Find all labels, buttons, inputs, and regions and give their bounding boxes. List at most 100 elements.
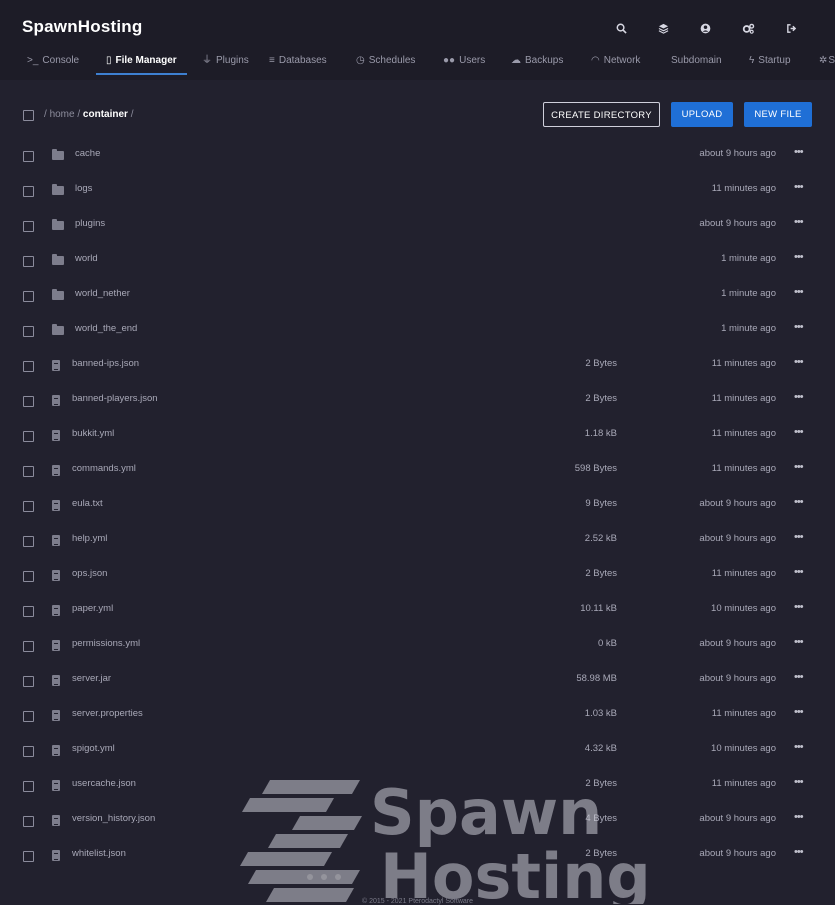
file-name[interactable]: help.yml <box>72 533 107 544</box>
row-menu-icon[interactable]: ••• <box>794 286 804 298</box>
file-name[interactable]: ops.json <box>72 568 107 579</box>
tab-databases[interactable]: ≡ Databases <box>269 44 327 74</box>
file-row[interactable]: server.jar 58.98 MB about 9 hours ago ••• <box>0 663 835 698</box>
file-row[interactable]: commands.yml 598 Bytes 11 minutes ago ••• <box>0 453 835 488</box>
file-name[interactable]: banned-players.json <box>72 393 158 404</box>
file-row[interactable]: permissions.yml 0 kB about 9 hours ago ••• <box>0 628 835 663</box>
search-icon[interactable] <box>612 19 630 37</box>
file-row[interactable]: help.yml 2.52 kB about 9 hours ago ••• <box>0 523 835 558</box>
row-checkbox[interactable] <box>23 816 34 827</box>
file-row[interactable]: eula.txt 9 Bytes about 9 hours ago ••• <box>0 488 835 523</box>
create-directory-button[interactable]: CREATE DIRECTORY <box>543 102 660 127</box>
upload-button[interactable]: UPLOAD <box>671 102 733 127</box>
layers-icon[interactable] <box>654 19 672 37</box>
file-name[interactable]: whitelist.json <box>72 848 126 859</box>
row-menu-icon[interactable]: ••• <box>794 531 804 543</box>
file-name[interactable]: server.properties <box>72 708 143 719</box>
tab-plugins[interactable]: ⏚ Plugins <box>202 44 249 74</box>
file-row[interactable]: server.properties 1.03 kB 11 minutes ago ••… <box>0 698 835 733</box>
file-name[interactable]: world_nether <box>75 288 130 299</box>
file-name[interactable]: bukkit.yml <box>72 428 114 439</box>
row-checkbox[interactable] <box>23 571 34 582</box>
row-menu-icon[interactable]: ••• <box>794 356 804 368</box>
logout-icon[interactable] <box>782 19 800 37</box>
file-name[interactable]: permissions.yml <box>72 638 140 649</box>
row-checkbox[interactable] <box>23 326 34 337</box>
row-checkbox[interactable] <box>23 641 34 652</box>
file-name[interactable]: version_history.json <box>72 813 155 824</box>
row-menu-icon[interactable]: ••• <box>794 776 804 788</box>
row-checkbox[interactable] <box>23 221 34 232</box>
tab-schedules[interactable]: ◷ Schedules <box>356 44 415 74</box>
breadcrumb-home[interactable]: home <box>50 109 75 120</box>
row-menu-icon[interactable]: ••• <box>794 496 804 508</box>
file-name[interactable]: banned-ips.json <box>72 358 139 369</box>
row-menu-icon[interactable]: ••• <box>794 146 804 158</box>
row-menu-icon[interactable]: ••• <box>794 741 804 753</box>
file-name[interactable]: spigot.yml <box>72 743 115 754</box>
row-menu-icon[interactable]: ••• <box>794 811 804 823</box>
row-checkbox[interactable] <box>23 466 34 477</box>
row-checkbox[interactable] <box>23 536 34 547</box>
file-row[interactable]: plugins about 9 hours ago ••• <box>0 208 835 243</box>
row-menu-icon[interactable]: ••• <box>794 426 804 438</box>
file-row[interactable]: spigot.yml 4.32 kB 10 minutes ago ••• <box>0 733 835 768</box>
file-row[interactable]: cache about 9 hours ago ••• <box>0 138 835 173</box>
row-menu-icon[interactable]: ••• <box>794 566 804 578</box>
row-checkbox[interactable] <box>23 851 34 862</box>
row-menu-icon[interactable]: ••• <box>794 216 804 228</box>
new-file-button[interactable]: NEW FILE <box>744 102 812 127</box>
row-menu-icon[interactable]: ••• <box>794 636 804 648</box>
row-menu-icon[interactable]: ••• <box>794 846 804 858</box>
row-menu-icon[interactable]: ••• <box>794 461 804 473</box>
tab-startup[interactable]: ϟ Startup <box>749 44 791 74</box>
file-name[interactable]: eula.txt <box>72 498 103 509</box>
row-menu-icon[interactable]: ••• <box>794 706 804 718</box>
file-name[interactable]: paper.yml <box>72 603 113 614</box>
file-row[interactable]: bukkit.yml 1.18 kB 11 minutes ago ••• <box>0 418 835 453</box>
file-name[interactable]: plugins <box>75 218 105 229</box>
row-menu-icon[interactable]: ••• <box>794 321 804 333</box>
tab-network[interactable]: ◠ Network <box>591 44 640 74</box>
account-icon[interactable] <box>696 19 714 37</box>
file-name[interactable]: logs <box>75 183 92 194</box>
row-checkbox[interactable] <box>23 151 34 162</box>
row-checkbox[interactable] <box>23 746 34 757</box>
select-all-checkbox[interactable] <box>23 110 34 121</box>
file-name[interactable]: commands.yml <box>72 463 136 474</box>
row-checkbox[interactable] <box>23 606 34 617</box>
tab-backups[interactable]: ☁ Backups <box>511 44 563 74</box>
tab-users[interactable]: ●● Users <box>443 44 485 74</box>
row-checkbox[interactable] <box>23 361 34 372</box>
row-menu-icon[interactable]: ••• <box>794 391 804 403</box>
row-checkbox[interactable] <box>23 256 34 267</box>
file-row[interactable]: paper.yml 10.11 kB 10 minutes ago ••• <box>0 593 835 628</box>
file-row[interactable]: banned-players.json 2 Bytes 11 minutes ago… <box>0 383 835 418</box>
file-name[interactable]: world_the_end <box>75 323 137 334</box>
row-checkbox[interactable] <box>23 676 34 687</box>
row-menu-icon[interactable]: ••• <box>794 181 804 193</box>
row-menu-icon[interactable]: ••• <box>794 601 804 613</box>
row-menu-icon[interactable]: ••• <box>794 671 804 683</box>
row-checkbox[interactable] <box>23 781 34 792</box>
file-row[interactable]: world_nether 1 minute ago ••• <box>0 278 835 313</box>
file-row[interactable]: world 1 minute ago ••• <box>0 243 835 278</box>
file-row[interactable]: banned-ips.json 2 Bytes 11 minutes ago ••• <box>0 348 835 383</box>
tab-console[interactable]: >_ Console <box>27 44 79 74</box>
file-row[interactable]: logs 11 minutes ago ••• <box>0 173 835 208</box>
tab-settings[interactable]: ✲S <box>819 44 835 74</box>
row-checkbox[interactable] <box>23 711 34 722</box>
row-checkbox[interactable] <box>23 501 34 512</box>
breadcrumb-current[interactable]: container <box>83 109 128 120</box>
row-checkbox[interactable] <box>23 396 34 407</box>
file-name[interactable]: world <box>75 253 98 264</box>
tab-subdomain[interactable]: Subdomain <box>671 44 722 74</box>
row-checkbox[interactable] <box>23 291 34 302</box>
row-menu-icon[interactable]: ••• <box>794 251 804 263</box>
file-row[interactable]: ops.json 2 Bytes 11 minutes ago ••• <box>0 558 835 593</box>
row-checkbox[interactable] <box>23 431 34 442</box>
file-name[interactable]: cache <box>75 148 100 159</box>
tab-file-manager[interactable]: ▯ File Manager <box>106 44 177 74</box>
row-checkbox[interactable] <box>23 186 34 197</box>
cogs-icon[interactable] <box>739 19 757 37</box>
